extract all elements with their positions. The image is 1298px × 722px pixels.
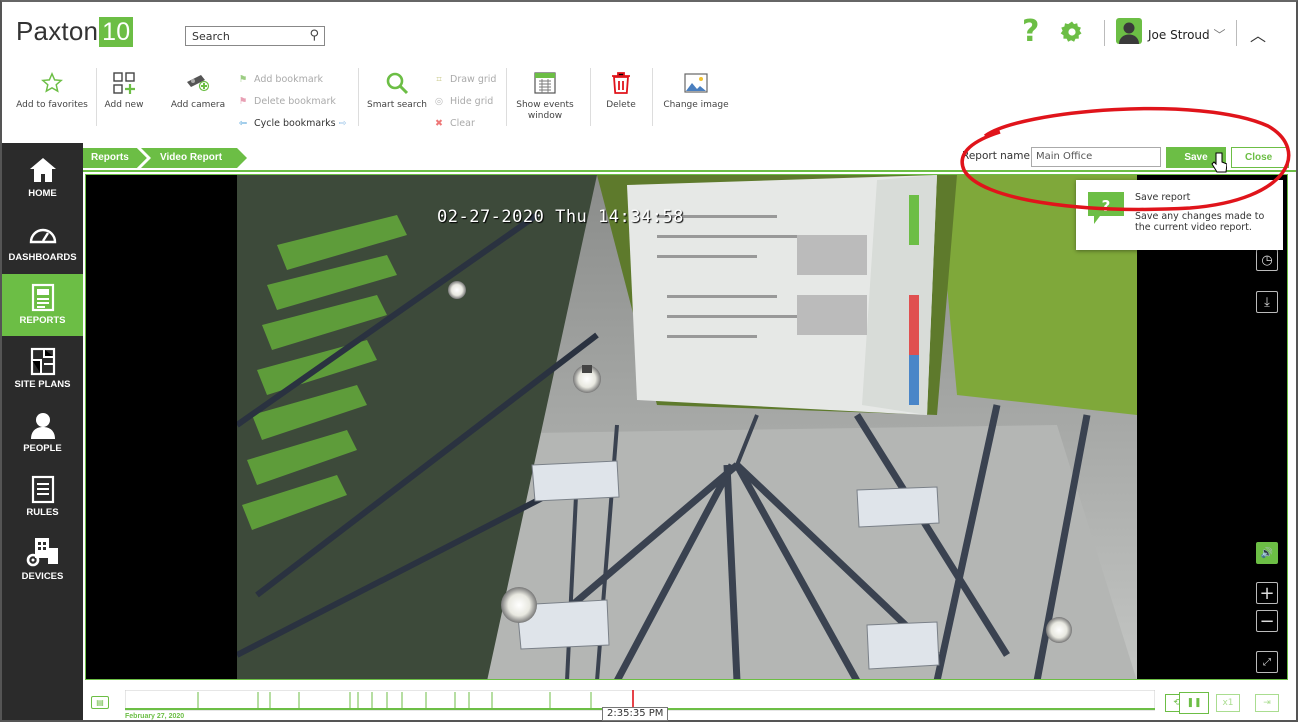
grid-group: ⌗ Draw grid ◎ Hide grid ✖ Clear [432,68,497,134]
toolbar-divider [96,68,97,126]
sidebar-item-reports[interactable]: REPORTS [2,274,83,336]
video-timestamp-overlay: 02-27-2020 Thu 14:34:58 [437,207,684,227]
report-name-field[interactable]: Main Office [1031,147,1161,167]
breadcrumb-item-reports[interactable]: Reports [91,152,129,163]
delete-button[interactable]: Delete [598,66,644,136]
toolbar-divider [652,68,653,126]
timeline-date: February 27, 2020 [125,713,185,720]
report-name-label: Report name [962,150,1030,162]
svg-text:?: ? [1102,197,1111,215]
smart-search-button[interactable]: Smart search [366,66,428,136]
header-divider [1104,20,1105,46]
sidebar-item-rules[interactable]: RULES [2,466,83,528]
camera-image [237,175,1137,679]
show-events-window-button[interactable]: Show events window [510,66,580,136]
camera-feed: 02-27-2020 Thu 14:34:58 [237,175,1137,679]
add-new-icon [113,72,135,94]
speed-button[interactable]: x1 [1216,694,1240,712]
bookmark-delete-icon: ⚑ [238,95,248,107]
arrow-right-icon: ⇨ [338,117,347,129]
go-live-icon[interactable]: ⇥ [1255,694,1279,712]
pause-button[interactable]: ❚❚ [1179,692,1209,714]
dashboard-icon [29,228,56,244]
close-button[interactable]: Close [1231,147,1289,168]
add-to-favorites-button[interactable]: Add to favorites [14,66,90,136]
arrow-left-icon: ⇦ [239,117,247,129]
fullscreen-icon[interactable]: ⤢ [1256,651,1278,673]
search-input[interactable]: Search ⚲ [185,26,325,46]
draw-grid-icon: ⌗ [436,73,442,85]
sidebar-item-home[interactable]: HOME [2,147,83,209]
home-icon [29,158,56,182]
avatar[interactable] [1116,18,1142,44]
toolbar-divider [590,68,591,126]
timeline-current-time: 2:35:35 PM [602,707,669,721]
image-icon [684,73,708,93]
sidebar-item-dashboards[interactable]: DASHBOARDS [2,211,83,273]
save-tooltip: ? Save report Save any changes made to t… [1076,180,1283,250]
cycle-bookmarks-button[interactable]: ⇦ Cycle bookmarks ⇨ [236,112,347,134]
hand-cursor-icon [1211,152,1227,173]
ribbon-toolbar: Add to favorites Add new Add camera ⚑ Add… [2,66,762,136]
chevron-down-icon: ﹀ [1213,28,1226,42]
devices-icon [26,538,58,567]
toolbar-divider [358,68,359,126]
draw-grid-button[interactable]: ⌗ Draw grid [432,68,496,90]
delete-bookmark-button[interactable]: ⚑ Delete bookmark [236,90,347,112]
people-icon [30,413,55,439]
paxton-logo: Paxton 10 [16,16,134,47]
search-icon[interactable]: ⚲ [309,28,319,43]
timeline[interactable]: ▤ February 27, 2020 2:35:35 PM ⟲ ❚❚ x1 ⇥ [83,682,1296,721]
rules-icon [31,475,54,504]
zoom-out-icon[interactable]: − [1256,610,1278,632]
trash-icon [612,72,630,94]
chevron-up-icon[interactable]: ︿ [1250,22,1266,46]
bookmark-add-icon: ⚑ [238,73,248,85]
site-plans-icon [30,347,55,376]
sidebar-item-people[interactable]: PEOPLE [2,402,83,464]
calendar-icon[interactable]: ▤ [91,696,109,709]
gear-icon[interactable] [1060,20,1084,44]
bookmark-group: ⚑ Add bookmark ⚑ Delete bookmark ⇦ Cycle bo… [236,68,347,134]
sidebar-item-devices[interactable]: DEVICES [2,530,83,592]
hide-grid-button[interactable]: ◎ Hide grid [432,90,496,112]
speech-bubble-icon: ? [1088,192,1124,224]
download-icon[interactable]: ⤓ [1256,291,1278,313]
star-icon [41,72,63,93]
camera-icon [187,75,210,92]
toolbar-divider [506,68,507,126]
header-divider [1236,20,1237,46]
clear-button[interactable]: ✖ Clear [432,112,496,134]
add-camera-button[interactable]: Add camera [168,66,228,136]
change-image-button[interactable]: Change image [660,66,732,136]
reports-icon [31,283,54,312]
tooltip-description: Save any changes made to the current vid… [1135,211,1265,233]
zoom-in-icon[interactable]: + [1256,582,1278,604]
breadcrumb-item-video-report: Video Report [160,152,223,163]
add-new-button[interactable]: Add new [102,66,146,136]
magnifier-icon [386,72,409,95]
clock-icon[interactable]: ◷ [1256,249,1278,271]
sidebar-item-site-plans[interactable]: SITE PLANS [2,338,83,400]
user-menu[interactable]: Joe Stroud ﹀ [1148,26,1225,43]
sidebar: HOME DASHBOARDS REPORTS SITE PLANS PEOPL… [2,143,83,720]
clear-icon: ✖ [435,117,443,129]
tooltip-title: Save report [1135,192,1191,203]
speaker-icon[interactable]: 🔊 [1256,542,1278,564]
hide-grid-icon: ◎ [434,95,444,107]
help-icon[interactable]: ? [1022,14,1039,49]
add-bookmark-button[interactable]: ⚑ Add bookmark [236,68,347,90]
events-window-icon [534,72,556,94]
